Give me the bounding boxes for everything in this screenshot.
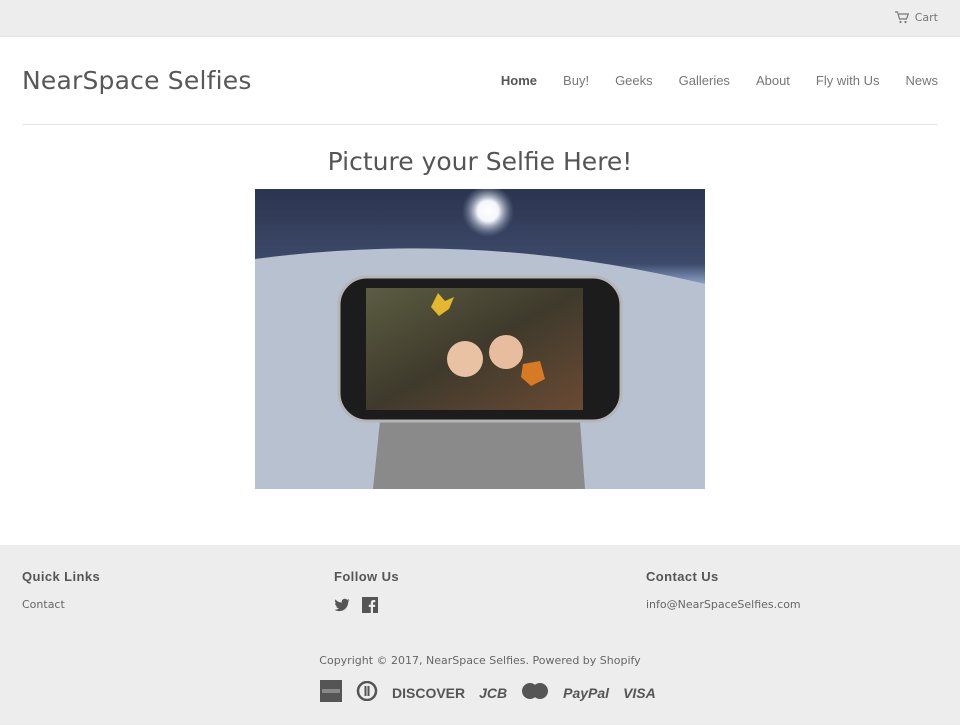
cart-link[interactable]: Cart bbox=[894, 11, 938, 24]
footer-follow-us: Follow Us bbox=[334, 569, 399, 613]
cart-icon bbox=[894, 11, 909, 24]
nav-home[interactable]: Home bbox=[501, 73, 537, 88]
site-header: NearSpace Selfies Home Buy! Geeks Galler… bbox=[22, 37, 938, 125]
follow-us-heading: Follow Us bbox=[334, 569, 399, 584]
twitter-icon[interactable] bbox=[334, 597, 350, 613]
nav-buy[interactable]: Buy! bbox=[563, 73, 589, 88]
nav-about[interactable]: About bbox=[756, 73, 790, 88]
top-bar: Cart bbox=[0, 0, 960, 37]
discover-icon: DISCOVER bbox=[392, 685, 466, 701]
nav-geeks[interactable]: Geeks bbox=[615, 73, 653, 88]
contact-us-heading: Contact Us bbox=[646, 569, 719, 584]
mastercard-icon bbox=[521, 682, 549, 704]
diners-club-icon bbox=[356, 680, 378, 705]
child-face-right bbox=[489, 335, 523, 369]
powered-by-shopify-link[interactable]: Powered by Shopify bbox=[533, 654, 641, 667]
nav-news[interactable]: News bbox=[905, 73, 938, 88]
main-nav: Home Buy! Geeks Galleries About Fly with… bbox=[475, 73, 938, 88]
footer-contact-us: Contact Us info@NearSpaceSelfies.com bbox=[646, 569, 801, 611]
copyright-sep: . bbox=[525, 654, 533, 667]
cart-label: Cart bbox=[914, 11, 938, 24]
child-face-left bbox=[447, 341, 483, 377]
site-footer: Quick Links Contact Follow Us Contact Us… bbox=[0, 545, 960, 725]
site-logo[interactable]: NearSpace Selfies bbox=[22, 66, 252, 95]
copyright-site-link[interactable]: NearSpace Selfies bbox=[426, 654, 526, 667]
jcb-icon: JCB bbox=[479, 685, 508, 701]
hero-image bbox=[255, 189, 705, 489]
contact-email-link[interactable]: info@NearSpaceSelfies.com bbox=[646, 598, 801, 611]
paypal-icon: PayPal bbox=[563, 685, 610, 701]
nav-fly-with-us[interactable]: Fly with Us bbox=[816, 73, 880, 88]
copyright-prefix: Copyright © 2017, bbox=[319, 654, 427, 667]
main-content: Picture your Selfie Here! bbox=[0, 147, 960, 489]
nav-galleries[interactable]: Galleries bbox=[679, 73, 730, 88]
facebook-icon[interactable] bbox=[362, 597, 378, 613]
payment-icons: DISCOVER JCB PayPal VISA bbox=[320, 680, 656, 706]
quick-links-heading: Quick Links bbox=[22, 569, 101, 584]
page-title: Picture your Selfie Here! bbox=[327, 147, 633, 176]
phone-stand bbox=[373, 421, 585, 489]
visa-icon: VISA bbox=[623, 685, 656, 701]
copyright: Copyright © 2017, NearSpace Selfies. Pow… bbox=[0, 654, 960, 667]
american-express-icon bbox=[320, 680, 342, 706]
footer-quick-links: Quick Links Contact bbox=[22, 569, 100, 611]
footer-link-contact[interactable]: Contact bbox=[22, 598, 100, 611]
